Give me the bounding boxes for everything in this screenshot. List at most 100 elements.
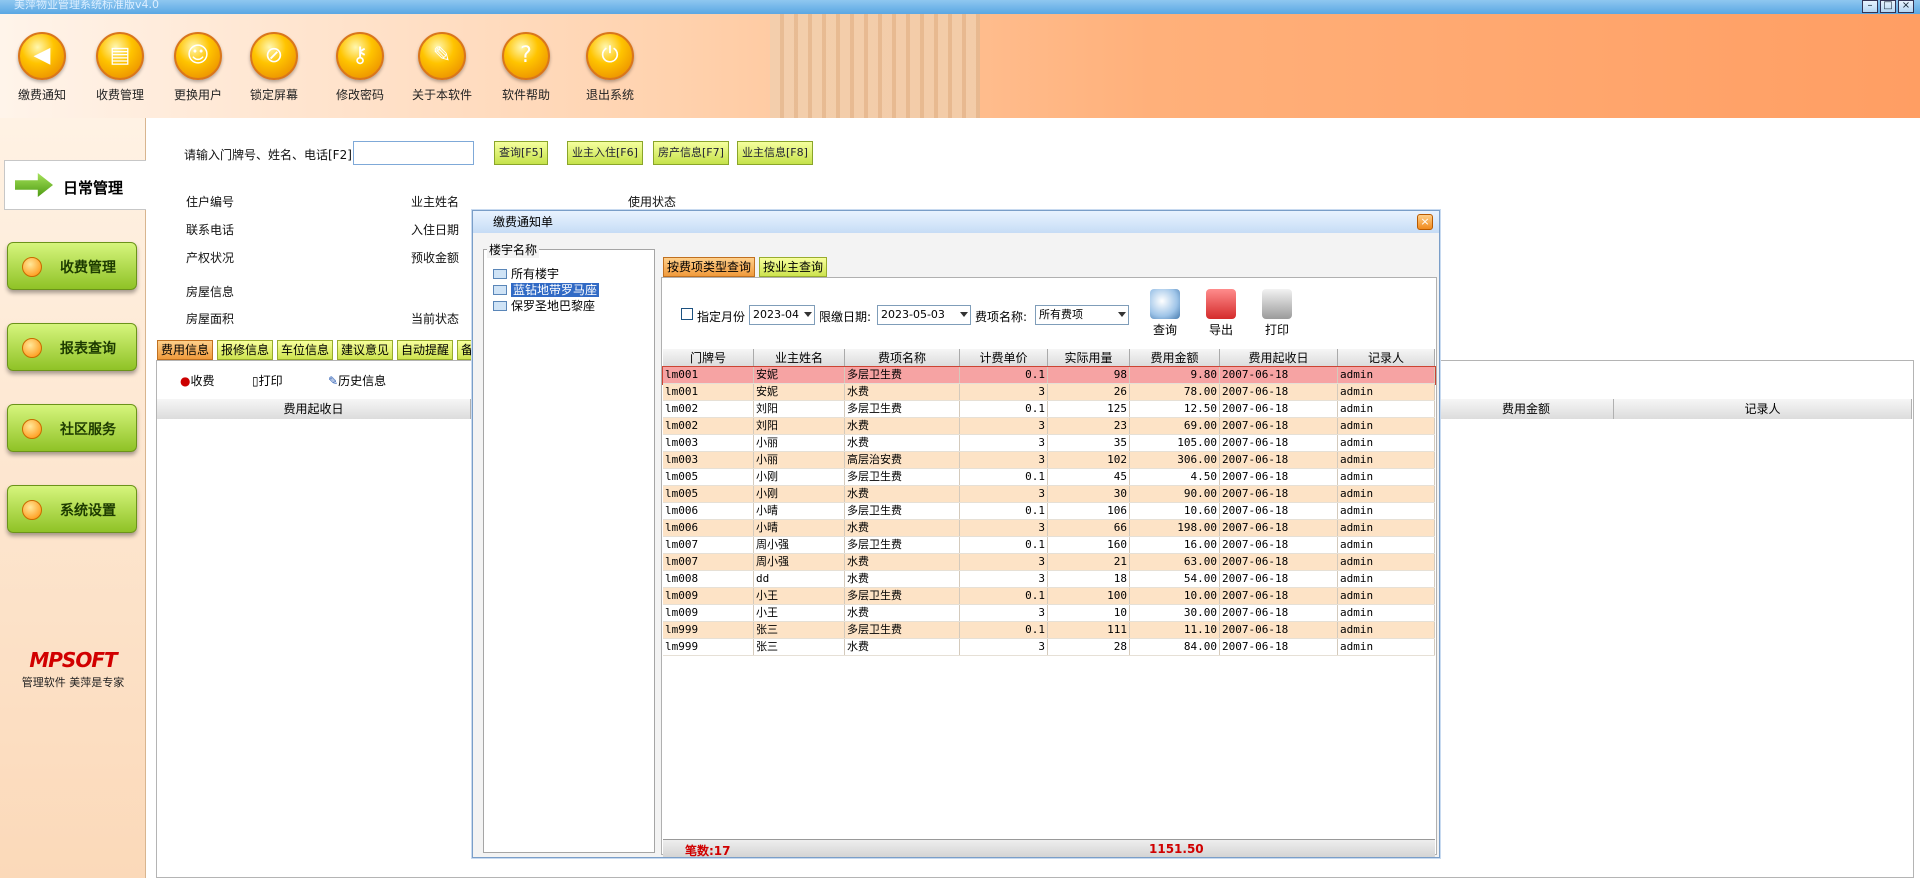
- deadline-select[interactable]: 2023-05-03: [877, 305, 971, 325]
- print-action[interactable]: ▯打印: [252, 372, 283, 389]
- query-button[interactable]: 查询[F5]: [494, 141, 548, 165]
- grid-column-header[interactable]: 费用金额: [1130, 349, 1220, 366]
- left-nav: 日常管理 收费管理 报表查询 社区服务 系统设置: [0, 118, 146, 878]
- table-row[interactable]: lm999 张三 水费 3 28 84.00 2007-06-18 admin: [663, 639, 1435, 656]
- table-cell: 30: [1048, 486, 1130, 502]
- toolbar-button-5[interactable]: ✎ 关于本软件: [400, 32, 484, 103]
- dialog-close-button[interactable]: ×: [1417, 214, 1433, 230]
- owner-info-button[interactable]: 业主信息[F8]: [737, 141, 813, 165]
- toolbar-button-4[interactable]: ⚷ 修改密码: [318, 32, 402, 103]
- checkin-button[interactable]: 业主入住[F6]: [567, 141, 643, 165]
- label-current-status: 当前状态: [411, 312, 460, 326]
- table-row[interactable]: lm007 周小强 多层卫生费 0.1 160 16.00 2007-06-18 admin: [663, 537, 1435, 554]
- toolbar-button-1[interactable]: ▤ 收费管理: [78, 32, 162, 103]
- table-cell: 安妮: [754, 367, 845, 383]
- table-row[interactable]: lm009 小王 多层卫生费 0.1 100 10.00 2007-06-18 admin: [663, 588, 1435, 605]
- table-row[interactable]: lm006 小晴 水费 3 66 198.00 2007-06-18 admin: [663, 520, 1435, 537]
- toolbar-button-0[interactable]: ◀ 缴费通知: [0, 32, 84, 103]
- grid-column-header[interactable]: 记录人: [1338, 349, 1435, 366]
- history-action[interactable]: ✎历史信息: [328, 372, 386, 389]
- table-row[interactable]: lm009 小王 水费 3 10 30.00 2007-06-18 admin: [663, 605, 1435, 622]
- toolbar-button-3[interactable]: ⊘ 锁定屏幕: [232, 32, 316, 103]
- dialog-print-button[interactable]: 打印: [1255, 289, 1299, 338]
- toolbar-button-2[interactable]: ☺ 更换用户: [156, 32, 240, 103]
- table-cell: 9.80: [1130, 367, 1220, 383]
- tab-fee-info[interactable]: 费用信息: [157, 340, 214, 360]
- table-row[interactable]: lm001 安妮 多层卫生费 0.1 98 9.80 2007-06-18 admin: [662, 366, 1436, 385]
- search-input[interactable]: [353, 141, 474, 165]
- grid-column-header[interactable]: 费项名称: [845, 349, 960, 366]
- table-cell: 3: [960, 418, 1048, 434]
- grid-column-header[interactable]: 实际用量: [1048, 349, 1130, 366]
- table-row[interactable]: lm002 刘阳 多层卫生费 0.1 125 12.50 2007-06-18 admin: [663, 401, 1435, 418]
- table-cell: 18: [1048, 571, 1130, 587]
- table-cell: 2007-06-18: [1220, 639, 1338, 655]
- table-row[interactable]: lm007 周小强 水费 3 21 63.00 2007-06-18 admin: [663, 554, 1435, 571]
- table-cell: 水费: [845, 571, 960, 587]
- tab-by-fee-type[interactable]: 按费项类型查询: [663, 257, 756, 277]
- search-label: 请输入门牌号、姓名、电话[F2]: [184, 148, 352, 162]
- table-cell: admin: [1338, 554, 1435, 570]
- nav-label: 收费管理: [60, 260, 116, 276]
- close-window-button[interactable]: ×: [1898, 0, 1914, 13]
- dialog-query-button[interactable]: 查询: [1143, 289, 1187, 338]
- toolbar-button-7[interactable]: ⏻ 退出系统: [568, 32, 652, 103]
- table-cell: admin: [1338, 605, 1435, 621]
- table-cell: 刘阳: [754, 401, 845, 417]
- tab-parking-info[interactable]: 车位信息: [277, 340, 334, 360]
- grid-column-header[interactable]: 门牌号: [663, 349, 754, 366]
- tree-legend: 楼宇名称: [487, 241, 540, 258]
- table-row[interactable]: lm005 小刚 水费 3 30 90.00 2007-06-18 admin: [663, 486, 1435, 503]
- nav-community-service[interactable]: 社区服务: [7, 404, 137, 452]
- charge-action[interactable]: ●收费: [180, 372, 215, 389]
- table-row[interactable]: lm006 小晴 多层卫生费 0.1 106 10.60 2007-06-18 admin: [663, 503, 1435, 520]
- fee-value: 所有费项: [1039, 308, 1083, 321]
- table-row[interactable]: lm005 小刚 多层卫生费 0.1 45 4.50 2007-06-18 admin: [663, 469, 1435, 486]
- tab-by-owner[interactable]: 按业主查询: [759, 257, 828, 277]
- table-row[interactable]: lm003 小丽 水费 3 35 105.00 2007-06-18 admin: [663, 435, 1435, 452]
- table-row[interactable]: lm003 小丽 高层治安费 3 102 306.00 2007-06-18 admin: [663, 452, 1435, 469]
- fee-label: 费项名称:: [975, 310, 1028, 324]
- tree-item-paris[interactable]: 保罗圣地巴黎座: [493, 299, 595, 314]
- table-cell: 水费: [845, 605, 960, 621]
- nav-report-query[interactable]: 报表查询: [7, 323, 137, 371]
- table-cell: 2007-06-18: [1220, 367, 1338, 383]
- table-cell: 水费: [845, 554, 960, 570]
- table-cell: 100: [1048, 588, 1130, 604]
- table-cell: admin: [1338, 435, 1435, 451]
- minimize-button[interactable]: –: [1862, 0, 1878, 13]
- toolbar-button-6[interactable]: ? 软件帮助: [484, 32, 568, 103]
- table-cell: 多层卫生费: [845, 588, 960, 604]
- nav-charge-management[interactable]: 收费管理: [7, 242, 137, 290]
- table-row[interactable]: lm002 刘阳 水费 3 23 69.00 2007-06-18 admin: [663, 418, 1435, 435]
- nav-system-settings[interactable]: 系统设置: [7, 485, 137, 533]
- folder-icon: [493, 269, 507, 279]
- folder-open-icon: [493, 285, 507, 295]
- table-cell: 3: [960, 605, 1048, 621]
- lock-icon: ⊘: [250, 32, 298, 80]
- table-row[interactable]: lm999 张三 多层卫生费 0.1 111 11.10 2007-06-18 admin: [663, 622, 1435, 639]
- fee-select[interactable]: 所有费项: [1035, 305, 1129, 325]
- table-cell: lm001: [663, 384, 754, 400]
- maximize-button[interactable]: □: [1880, 0, 1896, 13]
- month-checkbox[interactable]: [681, 308, 693, 320]
- nav-daily-management[interactable]: 日常管理: [4, 160, 146, 210]
- table-cell: 12.50: [1130, 401, 1220, 417]
- tab-repair-info[interactable]: 报修信息: [217, 340, 274, 360]
- table-cell: lm005: [663, 486, 754, 502]
- speaker-icon: ◀: [18, 32, 66, 80]
- tab-suggestions[interactable]: 建议意见: [337, 340, 394, 360]
- tab-auto-reminder[interactable]: 自动提醒: [397, 340, 454, 360]
- table-row[interactable]: lm001 安妮 水费 3 26 78.00 2007-06-18 admin: [663, 384, 1435, 401]
- tree-item-all[interactable]: 所有楼宇: [493, 267, 559, 282]
- property-info-button[interactable]: 房产信息[F7]: [653, 141, 729, 165]
- grid-column-header[interactable]: 费用起收日: [1220, 349, 1338, 366]
- table-row[interactable]: lm008 dd 水费 3 18 54.00 2007-06-18 admin: [663, 571, 1435, 588]
- dialog-export-button[interactable]: 导出: [1199, 289, 1243, 338]
- month-select[interactable]: 2023-04: [749, 305, 815, 325]
- table-cell: 10.00: [1130, 588, 1220, 604]
- tree-item-roma[interactable]: 蓝钻地带罗马座: [493, 283, 600, 298]
- grid-column-header[interactable]: 业主姓名: [754, 349, 845, 366]
- table-cell: 多层卫生费: [845, 401, 960, 417]
- grid-column-header[interactable]: 计费单价: [960, 349, 1048, 366]
